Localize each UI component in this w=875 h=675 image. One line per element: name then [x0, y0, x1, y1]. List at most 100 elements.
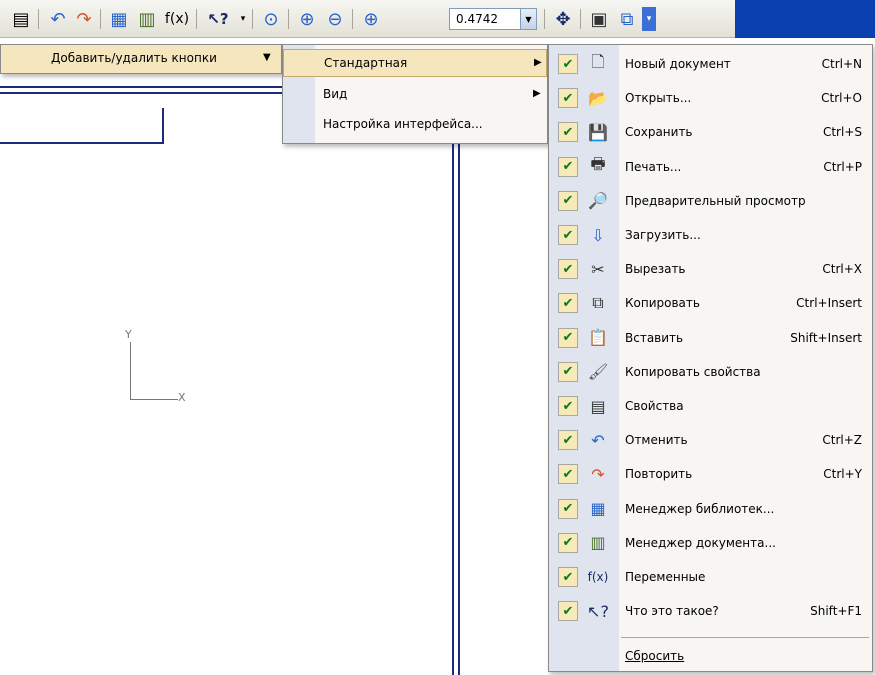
menu-item-shortcut: Ctrl+N [821, 57, 862, 71]
axis-y-line [130, 342, 131, 400]
submenu-arrow-icon: ▶ [534, 57, 542, 68]
print-preview-icon: 🔎 [588, 191, 608, 211]
zoom-in-icon[interactable]: ⊕ [294, 7, 320, 31]
menu-item-label: Отменить [625, 433, 688, 448]
axis-x-line [130, 399, 178, 400]
menu-divider [621, 637, 869, 638]
checkmark-icon[interactable]: ✔ [558, 327, 578, 348]
menu-item-label: Вырезать [625, 262, 686, 277]
whats-this-icon: ↖? [587, 601, 609, 621]
menu-item-copy[interactable]: ✔ ⧉ Копировать Ctrl+Insert [549, 288, 872, 318]
menu-item-label: Загрузить... [625, 228, 701, 242]
menu-item-copy-properties[interactable]: ✔ 🖌 Копировать свойства [549, 357, 872, 387]
zoom-input[interactable]: 0.4742 ▼ [449, 8, 537, 30]
zoom-out-icon[interactable]: ⊖ [322, 7, 348, 31]
toolbar-overflow-icon[interactable]: ▾ [236, 7, 250, 31]
checkmark-icon[interactable]: ✔ [558, 601, 578, 622]
menu-item-label: Менеджер библиотек... [625, 501, 775, 516]
menu-item-open-folder[interactable]: ✔ 📂 Открыть... Ctrl+O [549, 83, 872, 113]
menu-item-label: Стандартная [324, 56, 408, 70]
library-manager-icon[interactable]: ▦ [106, 7, 132, 31]
copy-properties-icon: 🖌 [587, 362, 609, 382]
menu-item-label: Предварительный просмотр [625, 193, 806, 208]
checkmark-icon[interactable]: ✔ [558, 122, 578, 143]
menu-item-label: Копировать [625, 296, 700, 311]
menu-item-shortcut: Ctrl+P [823, 159, 862, 174]
menu-item-whats-this[interactable]: ✔ ↖? Что это такое? Shift+F1 [549, 596, 872, 626]
menu-item-library-manager[interactable]: ✔ ▦ Менеджер библиотек... [549, 494, 872, 524]
checkmark-icon[interactable]: ✔ [558, 190, 578, 211]
whats-this-icon[interactable]: ↖? [202, 7, 234, 31]
show-all-icon[interactable]: ▣ [586, 7, 612, 31]
paste-icon: 📋 [588, 328, 608, 348]
toolbar-separator [100, 9, 101, 29]
title-bar-fill [735, 0, 875, 38]
menu-item-reset[interactable]: Сбросить [549, 641, 872, 671]
checkmark-icon[interactable]: ✔ [558, 532, 578, 553]
menu-item-standard[interactable]: Стандартная ▶ [283, 49, 547, 77]
pan-icon[interactable]: ✥ [550, 7, 576, 31]
menu-item-label: Менеджер документа... [625, 535, 776, 550]
zoom-dropdown-arrow-icon[interactable]: ▼ [520, 9, 536, 29]
checkmark-icon[interactable]: ✔ [558, 396, 578, 416]
checkmark-icon[interactable]: ✔ [558, 361, 578, 382]
undo-icon: ↶ [591, 430, 605, 450]
menu-item-shortcut: Shift+F1 [810, 604, 862, 619]
menu-item-shortcut: Shift+Insert [790, 330, 862, 345]
drawing-frame-line [452, 144, 454, 675]
menu-item-cut[interactable]: ✔ ✂ Вырезать Ctrl+X [549, 254, 872, 284]
menu-item-document-manager[interactable]: ✔ ▥ Менеджер документа... [549, 528, 872, 558]
menu-item-label: Настройка интерфейса... [323, 117, 483, 131]
zoom-scale-icon[interactable]: ⊕ [358, 7, 384, 31]
dropdown-arrow-icon: ▼ [263, 52, 271, 63]
menu-item-interface-settings[interactable]: Настройка интерфейса... [283, 111, 547, 139]
drawing-frame-line [458, 144, 460, 675]
zoom-window-icon[interactable]: ⊙ [258, 7, 284, 31]
menu-item-redo[interactable]: ✔ ↷ Повторить Ctrl+Y [549, 459, 872, 489]
undo-icon[interactable]: ↶ [46, 7, 70, 31]
redo-icon[interactable]: ↷ [72, 7, 96, 31]
checkmark-icon[interactable]: ✔ [558, 464, 578, 485]
document-manager-icon: ▥ [590, 533, 606, 553]
menu-item-print-preview[interactable]: ✔ 🔎 Предварительный просмотр [549, 186, 872, 216]
zoom-value[interactable]: 0.4742 [450, 12, 520, 26]
add-remove-buttons-label: Добавить/удалить кнопки [51, 51, 217, 65]
refresh-icon[interactable]: ⧉ [614, 7, 640, 31]
toolbar-overflow-icon[interactable]: ▾ [642, 7, 656, 31]
menu-item-label: Печать... [625, 159, 682, 174]
toolbar-separator [252, 9, 253, 29]
menu-item-variables[interactable]: ✔ f(x) Переменные [549, 562, 872, 592]
menu-item-label: Переменные [625, 570, 706, 584]
open-folder-icon: 📂 [588, 88, 608, 108]
checkmark-icon[interactable]: ✔ [558, 156, 578, 177]
checkmark-icon[interactable]: ✔ [558, 54, 578, 74]
checkmark-icon[interactable]: ✔ [558, 293, 578, 314]
menu-item-label: Вид [323, 87, 348, 101]
menu-item-load[interactable]: ✔ ⇩ Загрузить... [549, 220, 872, 250]
submenu-arrow-icon: ▶ [533, 88, 541, 99]
checkmark-icon[interactable]: ✔ [558, 225, 578, 245]
menu-item-label: Сохранить [625, 125, 693, 140]
properties-icon[interactable]: ▤ [8, 7, 34, 31]
menu-item-paste[interactable]: ✔ 📋 Вставить Shift+Insert [549, 323, 872, 353]
copy-icon: ⧉ [592, 293, 604, 313]
checkmark-icon[interactable]: ✔ [558, 88, 578, 109]
checkmark-icon[interactable]: ✔ [558, 259, 578, 280]
menu-item-save[interactable]: ✔ 💾 Сохранить Ctrl+S [549, 117, 872, 147]
menu-item-properties[interactable]: ✔ ▤ Свойства [549, 391, 872, 421]
toolbar-separator [196, 9, 197, 29]
menu-item-label: Новый документ [625, 57, 731, 71]
checkmark-icon[interactable]: ✔ [558, 430, 578, 451]
document-manager-icon[interactable]: ▥ [134, 7, 160, 31]
add-remove-buttons-item[interactable]: Добавить/удалить кнопки ▼ [1, 45, 281, 73]
menu-item-new-document[interactable]: ✔ 🗋 Новый документ Ctrl+N [549, 49, 872, 79]
menu-item-shortcut: Ctrl+Insert [796, 296, 862, 311]
menu-item-print[interactable]: ✔ 🖶 Печать... Ctrl+P [549, 152, 872, 182]
menu-item-view[interactable]: Вид ▶ [283, 81, 547, 109]
checkmark-icon[interactable]: ✔ [558, 498, 578, 519]
menu-item-undo[interactable]: ✔ ↶ Отменить Ctrl+Z [549, 425, 872, 455]
variables-icon[interactable]: f(x) [162, 7, 192, 31]
toolbar-separator [288, 9, 289, 29]
cut-icon: ✂ [591, 259, 605, 279]
checkmark-icon[interactable]: ✔ [558, 567, 578, 587]
